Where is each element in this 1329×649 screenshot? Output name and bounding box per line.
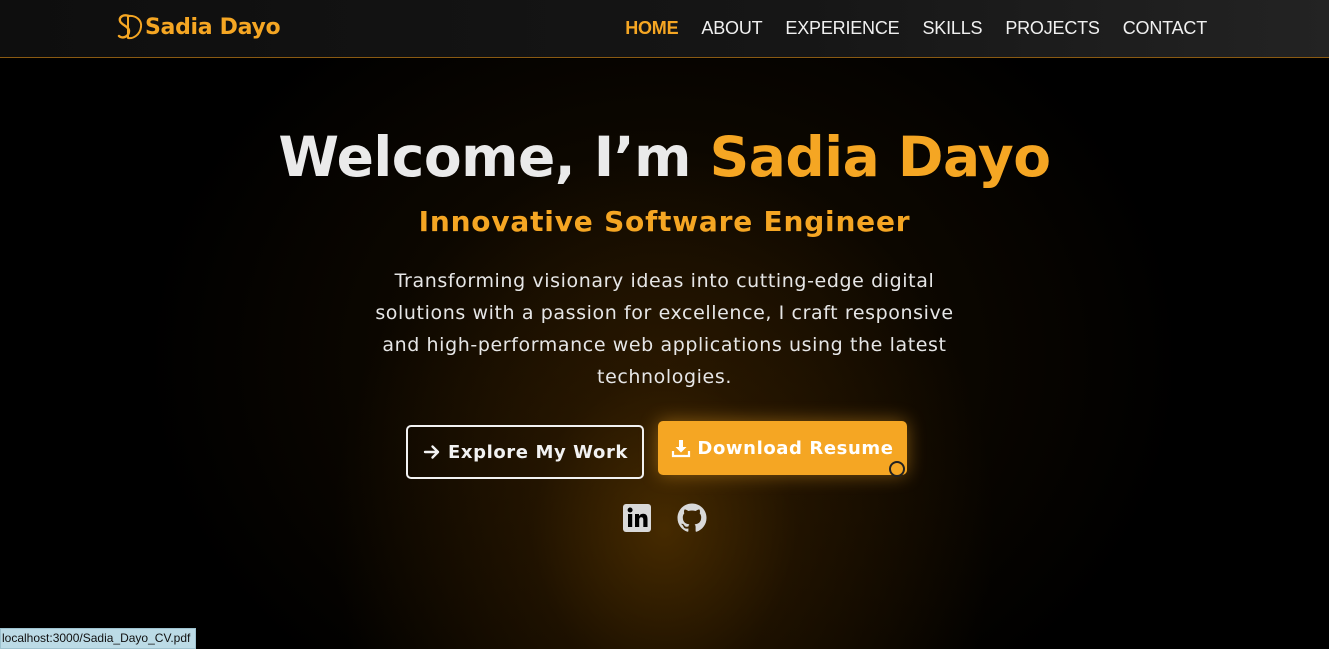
navbar: Sadia Dayo HOME ABOUT EXPERIENCE SKILLS … [0, 0, 1329, 58]
hero-title-prefix: Welcome, I’m [278, 125, 691, 189]
browser-status-bar: localhost:3000/Sadia_Dayo_CV.pdf [0, 628, 197, 649]
nav-menu: HOME ABOUT EXPERIENCE SKILLS PROJECTS CO… [625, 0, 1207, 56]
nav-experience[interactable]: EXPERIENCE [785, 18, 899, 39]
hero-description: Transforming visionary ideas into cuttin… [375, 270, 954, 388]
arrow-right-icon [423, 445, 440, 459]
explore-work-label: Explore My Work [447, 441, 629, 463]
download-icon [672, 440, 691, 458]
hero-title: Welcome, I’m Sadia Dayo [0, 125, 1329, 189]
download-resume-label: Download Resume [697, 437, 894, 459]
github-icon [677, 503, 707, 532]
brand-logo-link[interactable]: Sadia Dayo [116, 10, 281, 44]
linkedin-icon [623, 504, 651, 532]
linkedin-link[interactable] [621, 502, 653, 534]
sd-monogram-icon [117, 14, 143, 40]
nav-home[interactable]: HOME [625, 18, 678, 39]
nav-contact[interactable]: CONTACT [1123, 18, 1207, 39]
explore-work-button[interactable]: Explore My Work [406, 425, 644, 479]
loading-cursor-icon [889, 461, 905, 477]
hero-section: Welcome, I’m Sadia Dayo Innovative Softw… [0, 59, 1329, 649]
github-link[interactable] [676, 502, 708, 534]
download-resume-button[interactable]: Download Resume [658, 421, 907, 475]
nav-projects[interactable]: PROJECTS [1005, 18, 1100, 39]
brand-name: Sadia Dayo [145, 14, 281, 40]
nav-about[interactable]: ABOUT [701, 18, 762, 39]
nav-skills[interactable]: SKILLS [922, 18, 982, 39]
hero-title-name: Sadia Dayo [709, 125, 1051, 189]
hero-subtitle: Innovative Software Engineer [418, 205, 911, 238]
